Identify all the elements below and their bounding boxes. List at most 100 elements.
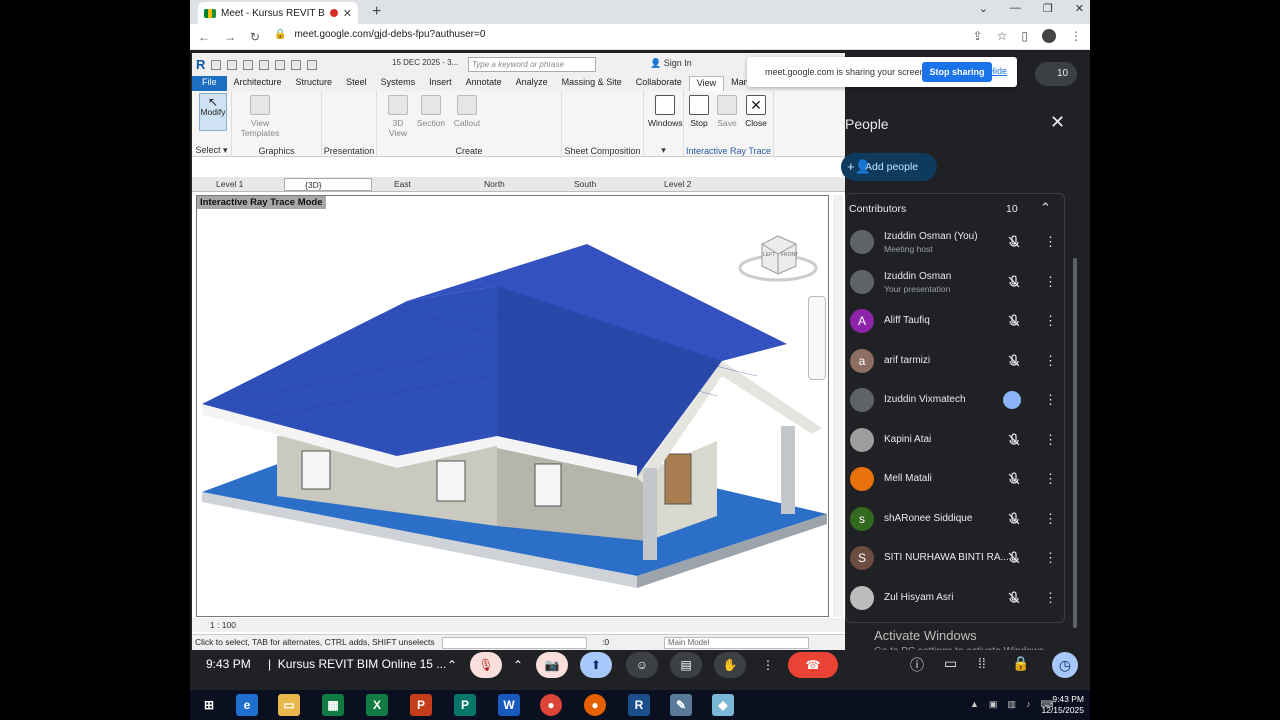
viewport-vscroll[interactable] (833, 195, 843, 617)
more-options-icon[interactable]: ⋮ (756, 652, 780, 678)
app-icon[interactable]: ◆ (712, 694, 734, 716)
participant-more-icon[interactable]: ⋮ (1044, 392, 1057, 408)
edge-icon[interactable]: e (236, 694, 258, 716)
timer-icon[interactable]: ◷ (1052, 652, 1078, 678)
new-tab-button[interactable]: + (372, 3, 381, 21)
participant-more-icon[interactable]: ⋮ (1044, 432, 1057, 448)
restore-button[interactable]: ❐ (1043, 2, 1053, 15)
undo-icon[interactable] (259, 59, 270, 70)
participant-more-icon[interactable]: ⋮ (1044, 511, 1057, 527)
participant-row[interactable]: S SITI NURHAWA BINTI RA... ⋮ (848, 540, 1062, 576)
activities-icon[interactable]: ⁞⁞ (978, 655, 986, 671)
modify-button[interactable]: ↖ Modify (199, 93, 227, 131)
raise-hand-button[interactable]: ✋ (714, 652, 746, 678)
tray-chevron-icon[interactable]: ▲ (970, 699, 979, 710)
ribbon-tab-view[interactable]: View (688, 76, 725, 91)
participant-row[interactable]: Mell Matali ⋮ (848, 461, 1062, 497)
host-controls-icon[interactable]: 🔒 (1012, 655, 1029, 672)
add-people-button[interactable]: +👤 Add people (841, 153, 937, 181)
stop-button[interactable]: Stop (686, 95, 712, 128)
menu-kebab-icon[interactable]: ⋮ (1070, 29, 1082, 43)
sync-icon[interactable] (243, 59, 254, 70)
participant-row[interactable]: a arif tarmizi ⋮ (848, 343, 1062, 379)
participant-more-icon[interactable]: ⋮ (1044, 590, 1057, 606)
share-icon[interactable]: ⇪ (973, 29, 983, 43)
redo-icon[interactable] (275, 59, 286, 70)
view-tab-3d[interactable]: {3D} (284, 178, 372, 191)
ribbon-tab-structure[interactable]: Structure (289, 76, 340, 91)
windows-dropdown-icon[interactable]: ▾ (644, 145, 683, 156)
open-icon[interactable] (211, 59, 222, 70)
main-model-dropdown[interactable]: Main Model (664, 637, 809, 649)
navigation-bar[interactable] (808, 296, 826, 380)
url-bar[interactable]: 🔒 meet.google.com/gjd-debs-fpu?authuser=… (274, 29, 485, 40)
firefox-icon[interactable]: ● (584, 694, 606, 716)
camera-off-button[interactable]: 📷 (536, 652, 568, 678)
participant-more-icon[interactable]: ⋮ (1044, 550, 1057, 566)
leave-call-button[interactable]: ☎ (788, 652, 838, 678)
view-templates-button[interactable]: View Templates (240, 95, 280, 138)
close-panel-icon[interactable]: ✕ (1050, 112, 1065, 133)
publisher-icon[interactable]: P (454, 694, 476, 716)
tray-app-icon[interactable]: ▣ (989, 699, 998, 710)
scale-label[interactable]: 1 : 100 (210, 620, 236, 630)
present-screen-button[interactable]: ⬆ (580, 652, 612, 678)
powerpoint-icon[interactable]: P (410, 694, 432, 716)
back-icon[interactable]: ← (198, 30, 210, 44)
people-scrollbar[interactable] (1073, 258, 1077, 628)
minimize-button[interactable]: — (1010, 2, 1021, 15)
ribbon-tab-collaborate[interactable]: Collaborate (629, 76, 689, 91)
section-button[interactable]: Section (415, 95, 447, 128)
view-tab-level-1[interactable]: Level 1 (196, 178, 282, 191)
camera-options-chevron-icon[interactable]: ⌃ (508, 652, 528, 678)
participant-more-icon[interactable]: ⋮ (1044, 274, 1057, 290)
ribbon-tab-analyze[interactable]: Analyze (509, 76, 555, 91)
participant-more-icon[interactable]: ⋮ (1044, 313, 1057, 329)
browser-tab-meet[interactable]: Meet - Kursus REVIT BIM Onli ✕ (198, 2, 358, 24)
view-tab-level-2[interactable]: Level 2 (644, 178, 732, 191)
revit-logo-icon[interactable]: R (196, 57, 205, 72)
meeting-details-icon[interactable]: ⓘ (910, 655, 924, 675)
hide-link[interactable]: Hide (988, 66, 1007, 76)
windows-button[interactable]: Windows (648, 95, 682, 128)
view-tab-south[interactable]: South (554, 178, 642, 191)
workset-dropdown[interactable] (442, 637, 587, 649)
sheets-icon[interactable]: ▦ (322, 694, 344, 716)
volume-icon[interactable]: ♪ (1026, 699, 1031, 710)
ribbon-tab-file[interactable]: File (192, 76, 227, 91)
participant-row[interactable]: Kapini Atai ⋮ (848, 422, 1062, 458)
select-group-label[interactable]: Select ▾ (192, 145, 231, 156)
print-icon[interactable] (291, 59, 302, 70)
revit-search-input[interactable]: Type a keyword or phrase (468, 57, 596, 72)
participant-row[interactable]: Izuddin Osman Your presentation ⋮ (848, 264, 1062, 300)
ribbon-tab-annotate[interactable]: Annotate (459, 76, 509, 91)
windows-start-icon[interactable]: ⊞ (198, 694, 220, 716)
close-tab-icon[interactable]: ✕ (343, 7, 352, 20)
revit-taskbar-icon[interactable]: R (628, 694, 650, 716)
mic-off-button[interactable]: 🎙 (470, 652, 502, 678)
ribbon-tab-steel[interactable]: Steel (339, 76, 374, 91)
captions-button[interactable]: ▤ (670, 652, 702, 678)
3d-view-button[interactable]: 3D View (385, 95, 411, 138)
file-explorer-icon[interactable]: ▭ (278, 694, 300, 716)
stop-sharing-button[interactable]: Stop sharing (922, 62, 992, 82)
revit-signin[interactable]: 👤 Sign In (650, 58, 692, 69)
paint-icon[interactable]: ✎ (670, 694, 692, 716)
chrome-icon[interactable]: ● (540, 694, 562, 716)
participants-count-chip[interactable]: 10 (1035, 62, 1077, 86)
participant-more-icon[interactable]: ⋮ (1044, 353, 1057, 369)
participant-row[interactable]: A Aliff Taufiq ⋮ (848, 303, 1062, 339)
tab-search-icon[interactable]: ⌄ (979, 2, 988, 15)
ribbon-tab-massing[interactable]: Massing & Site (555, 76, 629, 91)
bookmark-star-icon[interactable]: ☆ (997, 29, 1008, 43)
taskbar-clock[interactable]: 9:43 PM 12/15/2025 (1041, 694, 1084, 716)
ray-save-button[interactable]: Save (714, 95, 740, 128)
save-icon[interactable] (227, 59, 238, 70)
chat-icon[interactable]: ▭ (944, 655, 957, 672)
profile-avatar[interactable] (1042, 29, 1056, 43)
ray-close-button[interactable]: ✕ Close (742, 95, 770, 128)
3d-viewport[interactable]: Interactive Ray Trace Mode LEFT FRONT (196, 195, 829, 617)
viewcube[interactable]: LEFT FRONT (738, 226, 818, 286)
excel-icon[interactable]: X (366, 694, 388, 716)
callout-button[interactable]: Callout (451, 95, 483, 128)
